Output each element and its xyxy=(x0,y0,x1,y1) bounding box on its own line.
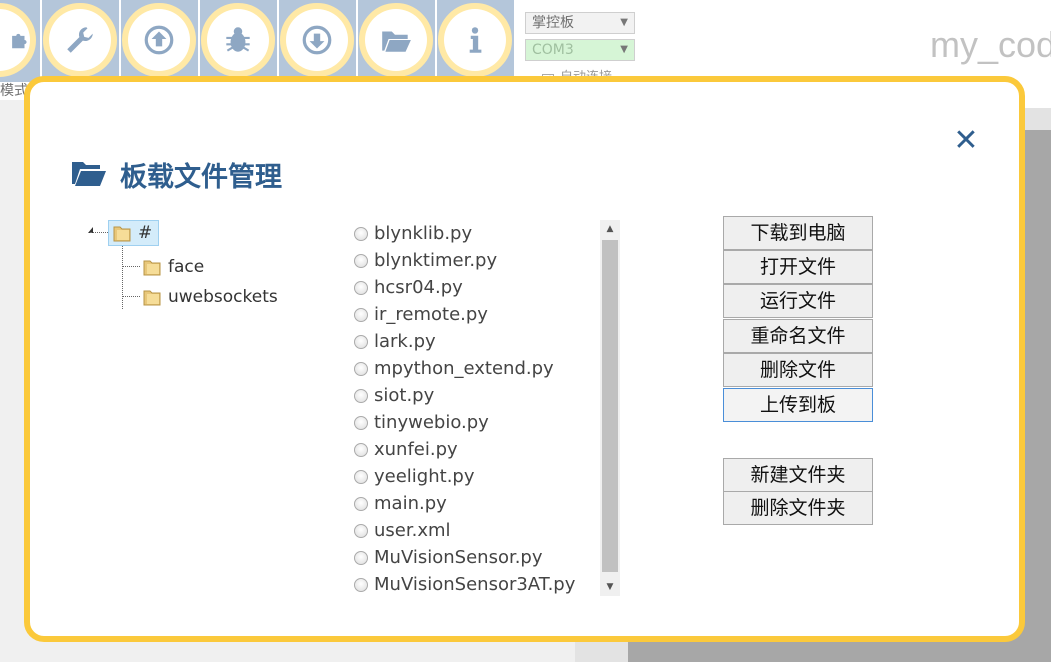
file-name: lark.py xyxy=(374,331,436,352)
toolbar-button-upload[interactable] xyxy=(121,0,198,82)
download-icon xyxy=(302,25,332,55)
folder-icon xyxy=(113,226,131,242)
radio-icon[interactable] xyxy=(354,469,368,484)
chevron-down-icon: ▼ xyxy=(620,44,628,55)
board-select-value: 掌控板 xyxy=(532,15,574,31)
file-item[interactable]: blynktimer.py xyxy=(354,247,624,274)
radio-icon[interactable] xyxy=(354,550,368,565)
file-name: MuVisionSensor3AT.py xyxy=(374,574,576,595)
radio-icon[interactable] xyxy=(354,523,368,538)
file-list-scrollbar[interactable]: ▲ ▼ xyxy=(600,220,620,596)
radio-icon[interactable] xyxy=(354,226,368,241)
toolbar-button-info[interactable] xyxy=(437,0,514,82)
folder-icon xyxy=(143,290,161,306)
tree-node-uwebsockets[interactable]: uwebsockets xyxy=(142,284,278,310)
run-file-button[interactable]: 运行文件 xyxy=(723,284,873,318)
radio-icon[interactable] xyxy=(354,415,368,430)
puzzle-icon xyxy=(12,33,27,49)
folder-icon xyxy=(143,260,161,276)
file-name: MuVisionSensor.py xyxy=(374,547,543,568)
port-select[interactable]: COM3 ▼ xyxy=(525,39,635,61)
file-name: mpython_extend.py xyxy=(374,358,554,379)
file-name: blynktimer.py xyxy=(374,250,498,271)
file-item[interactable]: hcsr04.py xyxy=(354,274,624,301)
delete-folder-button[interactable]: 删除文件夹 xyxy=(723,491,873,525)
scroll-down-icon[interactable]: ▼ xyxy=(600,578,620,596)
toolbar-button-settings[interactable] xyxy=(42,0,119,82)
file-name: xunfei.py xyxy=(374,439,458,460)
toolbar-button-debug[interactable] xyxy=(200,0,277,82)
tree-node-label: face xyxy=(168,257,205,277)
file-item[interactable]: user.xml xyxy=(354,517,624,544)
file-item[interactable]: xunfei.py xyxy=(354,436,624,463)
radio-icon[interactable] xyxy=(354,334,368,349)
file-name: user.xml xyxy=(374,520,451,541)
tree-node-face[interactable]: face xyxy=(142,254,204,280)
dialog-title: 板载文件管理 xyxy=(72,156,282,193)
folder-open-icon xyxy=(72,162,106,186)
radio-icon[interactable] xyxy=(354,253,368,268)
folder-tree: # face uwebsockets xyxy=(84,218,314,328)
board-select[interactable]: 掌控板 ▼ xyxy=(525,12,635,34)
radio-icon[interactable] xyxy=(354,577,368,592)
file-name: siot.py xyxy=(374,385,435,406)
radio-icon[interactable] xyxy=(354,361,368,376)
tree-node-label: # xyxy=(138,223,153,243)
tree-connector xyxy=(122,296,140,297)
dialog-title-text: 板载文件管理 xyxy=(120,161,282,193)
project-name[interactable]: my_code xyxy=(930,24,1051,66)
file-name: ir_remote.py xyxy=(374,304,488,325)
file-name: hcsr04.py xyxy=(374,277,463,298)
tree-node-root[interactable]: # xyxy=(108,220,160,246)
file-item[interactable]: main.py xyxy=(354,490,624,517)
toolbar-button-download[interactable] xyxy=(279,0,356,82)
new-folder-button[interactable]: 新建文件夹 xyxy=(723,458,873,492)
radio-icon[interactable] xyxy=(354,307,368,322)
file-item[interactable]: blynklib.py xyxy=(354,220,624,247)
file-item[interactable]: MuVisionSensor3AT.py xyxy=(354,571,624,596)
bug-icon xyxy=(226,27,250,52)
tree-connector xyxy=(122,246,123,309)
radio-icon[interactable] xyxy=(354,388,368,403)
tree-node-label: uwebsockets xyxy=(168,287,278,307)
folder-open-icon xyxy=(382,31,411,52)
file-name: main.py xyxy=(374,493,447,514)
file-list: blynklib.py blynktimer.py hcsr04.py ir_r… xyxy=(354,220,624,596)
radio-icon[interactable] xyxy=(354,496,368,511)
toolbar-button-extensions[interactable] xyxy=(0,0,40,82)
port-select-value: COM3 xyxy=(532,42,574,58)
upload-icon xyxy=(144,25,174,55)
delete-file-button[interactable]: 删除文件 xyxy=(723,353,873,387)
upload-to-board-button[interactable]: 上传到板 xyxy=(723,388,873,422)
toolbar-button-open[interactable] xyxy=(358,0,435,82)
close-button[interactable]: ✕ xyxy=(951,126,981,156)
wrench-icon xyxy=(67,27,93,53)
file-item[interactable]: yeelight.py xyxy=(354,463,624,490)
file-item[interactable]: ir_remote.py xyxy=(354,301,624,328)
file-item[interactable]: MuVisionSensor.py xyxy=(354,544,624,571)
download-to-pc-button[interactable]: 下载到电脑 xyxy=(723,216,873,250)
scroll-up-icon[interactable]: ▲ xyxy=(600,220,620,238)
open-file-button[interactable]: 打开文件 xyxy=(723,250,873,284)
file-name: yeelight.py xyxy=(374,466,475,487)
tree-connector xyxy=(90,232,108,233)
file-name: blynklib.py xyxy=(374,223,473,244)
file-item[interactable]: lark.py xyxy=(354,328,624,355)
file-item[interactable]: mpython_extend.py xyxy=(354,355,624,382)
file-name: tinywebio.py xyxy=(374,412,489,433)
scrollbar-thumb[interactable] xyxy=(602,240,618,572)
file-manager-dialog: ✕ 板载文件管理 # face uwebsockets blynklib.py … xyxy=(24,76,1025,642)
tree-connector xyxy=(122,266,140,267)
file-item[interactable]: siot.py xyxy=(354,382,624,409)
radio-icon[interactable] xyxy=(354,442,368,457)
radio-icon[interactable] xyxy=(354,280,368,295)
rename-file-button[interactable]: 重命名文件 xyxy=(723,319,873,353)
chevron-down-icon: ▼ xyxy=(620,17,628,28)
info-icon xyxy=(469,27,482,53)
file-item[interactable]: tinywebio.py xyxy=(354,409,624,436)
